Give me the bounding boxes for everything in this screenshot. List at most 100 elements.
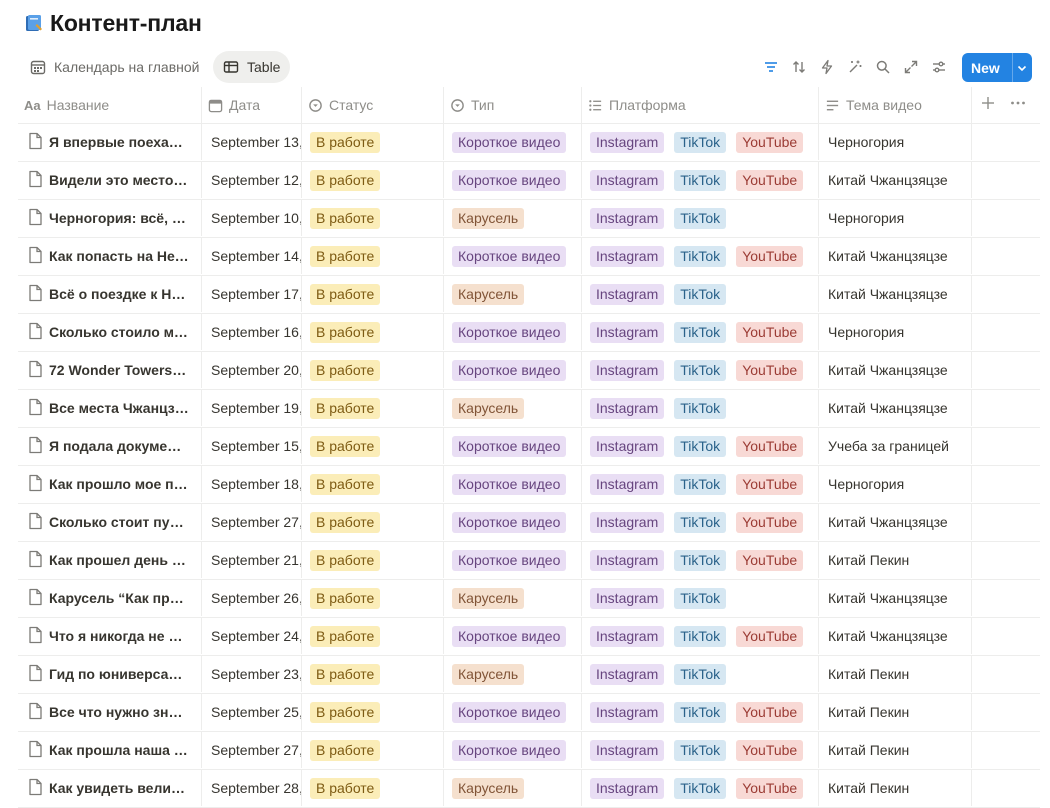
cell-type[interactable]: Короткое видео [444, 238, 582, 274]
cell-date[interactable]: September 21, [202, 542, 302, 578]
cell-name[interactable]: Как увидеть великую стену [18, 770, 202, 806]
cell-platform[interactable]: Instagram TikTok YouTube [582, 694, 819, 730]
cell-empty[interactable] [972, 314, 1040, 350]
cell-theme[interactable]: Черногория [819, 124, 972, 160]
cell-empty[interactable] [972, 428, 1040, 464]
cell-name[interactable]: Сколько стоило мое путешествие [18, 314, 202, 350]
cell-platform[interactable]: Instagram TikTok YouTube [582, 238, 819, 274]
cell-theme[interactable]: Китай Чжанцзяцзе [819, 390, 972, 426]
cell-date[interactable]: September 10, [202, 200, 302, 236]
cell-status[interactable]: В работе [302, 770, 444, 806]
cell-type[interactable]: Короткое видео [444, 162, 582, 198]
cell-status[interactable]: В работе [302, 162, 444, 198]
column-header-theme[interactable]: Тема видео [819, 87, 972, 123]
cell-platform[interactable]: Instagram TikTok YouTube [582, 124, 819, 160]
row-title[interactable]: Черногория: всё, что нужно знать [49, 210, 189, 226]
table-row[interactable]: Черногория: всё, что нужно знать Septembe… [18, 200, 1040, 238]
table-row[interactable]: Я подала документы на учебу September 15,… [18, 428, 1040, 466]
cell-date[interactable]: September 12, [202, 162, 302, 198]
cell-empty[interactable] [972, 200, 1040, 236]
cell-status[interactable]: В работе [302, 694, 444, 730]
cell-status[interactable]: В работе [302, 618, 444, 654]
row-title[interactable]: Сколько стоило мое путешествие [49, 324, 189, 340]
cell-empty[interactable] [972, 656, 1040, 692]
cell-empty[interactable] [972, 732, 1040, 768]
cell-type[interactable]: Карусель [444, 276, 582, 312]
cell-theme[interactable]: Черногория [819, 466, 972, 502]
cell-date[interactable]: September 27, [202, 732, 302, 768]
new-button[interactable]: New [962, 53, 1032, 82]
cell-type[interactable]: Короткое видео [444, 542, 582, 578]
cell-date[interactable]: September 16, [202, 314, 302, 350]
cell-platform[interactable]: Instagram TikTok YouTube [582, 466, 819, 502]
row-title[interactable]: 72 Wonder Towers в Китае [49, 362, 189, 378]
cell-empty[interactable] [972, 124, 1040, 160]
cell-date[interactable]: September 13, [202, 124, 302, 160]
cell-name[interactable]: Я впервые поехала в Черногорию [18, 124, 202, 160]
cell-date[interactable]: September 15, [202, 428, 302, 464]
tab-calendar[interactable]: Календарь на главной [24, 51, 210, 83]
row-title[interactable]: Как прошло мое путешествие [49, 476, 189, 492]
table-row[interactable]: Все места Чжанцзяцзе September 19, В работ… [18, 390, 1040, 428]
cell-type[interactable]: Короткое видео [444, 694, 582, 730]
cell-type[interactable]: Короткое видео [444, 732, 582, 768]
cell-theme[interactable]: Китай Чжанцзяцзе [819, 352, 972, 388]
cell-type[interactable]: Карусель [444, 200, 582, 236]
row-title[interactable]: Всё о поездке к Небесным вратам [49, 286, 189, 302]
cell-date[interactable]: September 17, [202, 276, 302, 312]
table-row[interactable]: Видели это место в Китае? September 12, В … [18, 162, 1040, 200]
row-title[interactable]: Сколько стоит путешествие в Китай [49, 514, 189, 530]
cell-name[interactable]: Все места Чжанцзяцзе [18, 390, 202, 426]
cell-status[interactable]: В работе [302, 542, 444, 578]
automation-bolt-icon[interactable] [817, 58, 836, 77]
cell-name[interactable]: Все что нужно знать о Пекине [18, 694, 202, 730]
cell-date[interactable]: September 28, [202, 770, 302, 806]
cell-date[interactable]: September 14, [202, 238, 302, 274]
cell-theme[interactable]: Китай Чжанцзяцзе [819, 504, 972, 540]
column-header-type[interactable]: Тип [444, 87, 582, 123]
cell-theme[interactable]: Китай Пекин [819, 542, 972, 578]
cell-name[interactable]: Сколько стоит путешествие в Китай [18, 504, 202, 540]
cell-status[interactable]: В работе [302, 238, 444, 274]
row-title[interactable]: Гид по юниверсал студиос [49, 666, 189, 682]
chevron-down-icon[interactable] [1011, 53, 1032, 82]
cell-theme[interactable]: Китай Чжанцзяцзе [819, 618, 972, 654]
cell-empty[interactable] [972, 542, 1040, 578]
cell-theme[interactable]: Учеба за границей [819, 428, 972, 464]
cell-status[interactable]: В работе [302, 656, 444, 692]
row-title[interactable]: Как попасть на Небесные врата [49, 248, 189, 264]
more-options-icon[interactable] [1010, 96, 1026, 115]
cell-name[interactable]: Гид по юниверсал студиос [18, 656, 202, 692]
cell-theme[interactable]: Черногория [819, 314, 972, 350]
cell-platform[interactable]: Instagram TikTok YouTube [582, 352, 819, 388]
cell-platform[interactable]: Instagram TikTok YouTube [582, 428, 819, 464]
search-icon[interactable] [873, 58, 892, 77]
table-row[interactable]: Гид по юниверсал студиос September 23, В р… [18, 656, 1040, 694]
table-row[interactable]: Как увидеть великую стену September 28, В … [18, 770, 1040, 808]
filter-icon[interactable] [761, 58, 780, 77]
cell-empty[interactable] [972, 618, 1040, 654]
cell-type[interactable]: Короткое видео [444, 428, 582, 464]
cell-empty[interactable] [972, 580, 1040, 616]
cell-theme[interactable]: Китай Чжанцзяцзе [819, 276, 972, 312]
cell-date[interactable]: September 27, [202, 504, 302, 540]
row-title[interactable]: Что я никогда не сделаю в Китае [49, 628, 189, 644]
cell-name[interactable]: Что я никогда не сделаю в Китае [18, 618, 202, 654]
cell-theme[interactable]: Китай Пекин [819, 770, 972, 806]
table-row[interactable]: Сколько стоит путешествие в Китай Septemb… [18, 504, 1040, 542]
cell-platform[interactable]: Instagram TikTok YouTube [582, 770, 819, 806]
cell-platform[interactable]: Instagram TikTok YouTube [582, 314, 819, 350]
row-title[interactable]: Все что нужно знать о Пекине [49, 704, 189, 720]
row-title[interactable]: Я подала документы на учебу [49, 438, 189, 454]
cell-name[interactable]: Как прошла наша поездка [18, 732, 202, 768]
cell-theme[interactable]: Китай Чжанцзяцзе [819, 238, 972, 274]
cell-platform[interactable]: Instagram TikTok YouTube [582, 732, 819, 768]
cell-type[interactable]: Карусель [444, 580, 582, 616]
cell-empty[interactable] [972, 504, 1040, 540]
cell-name[interactable]: 72 Wonder Towers в Китае [18, 352, 202, 388]
cell-status[interactable]: В работе [302, 390, 444, 426]
table-row[interactable]: Все что нужно знать о Пекине September 25… [18, 694, 1040, 732]
column-header-platform[interactable]: Платформа [582, 87, 819, 123]
row-title[interactable]: Я впервые поехала в Черногорию [49, 134, 189, 150]
table-row[interactable]: Как прошел день в Пекине September 21, В р… [18, 542, 1040, 580]
